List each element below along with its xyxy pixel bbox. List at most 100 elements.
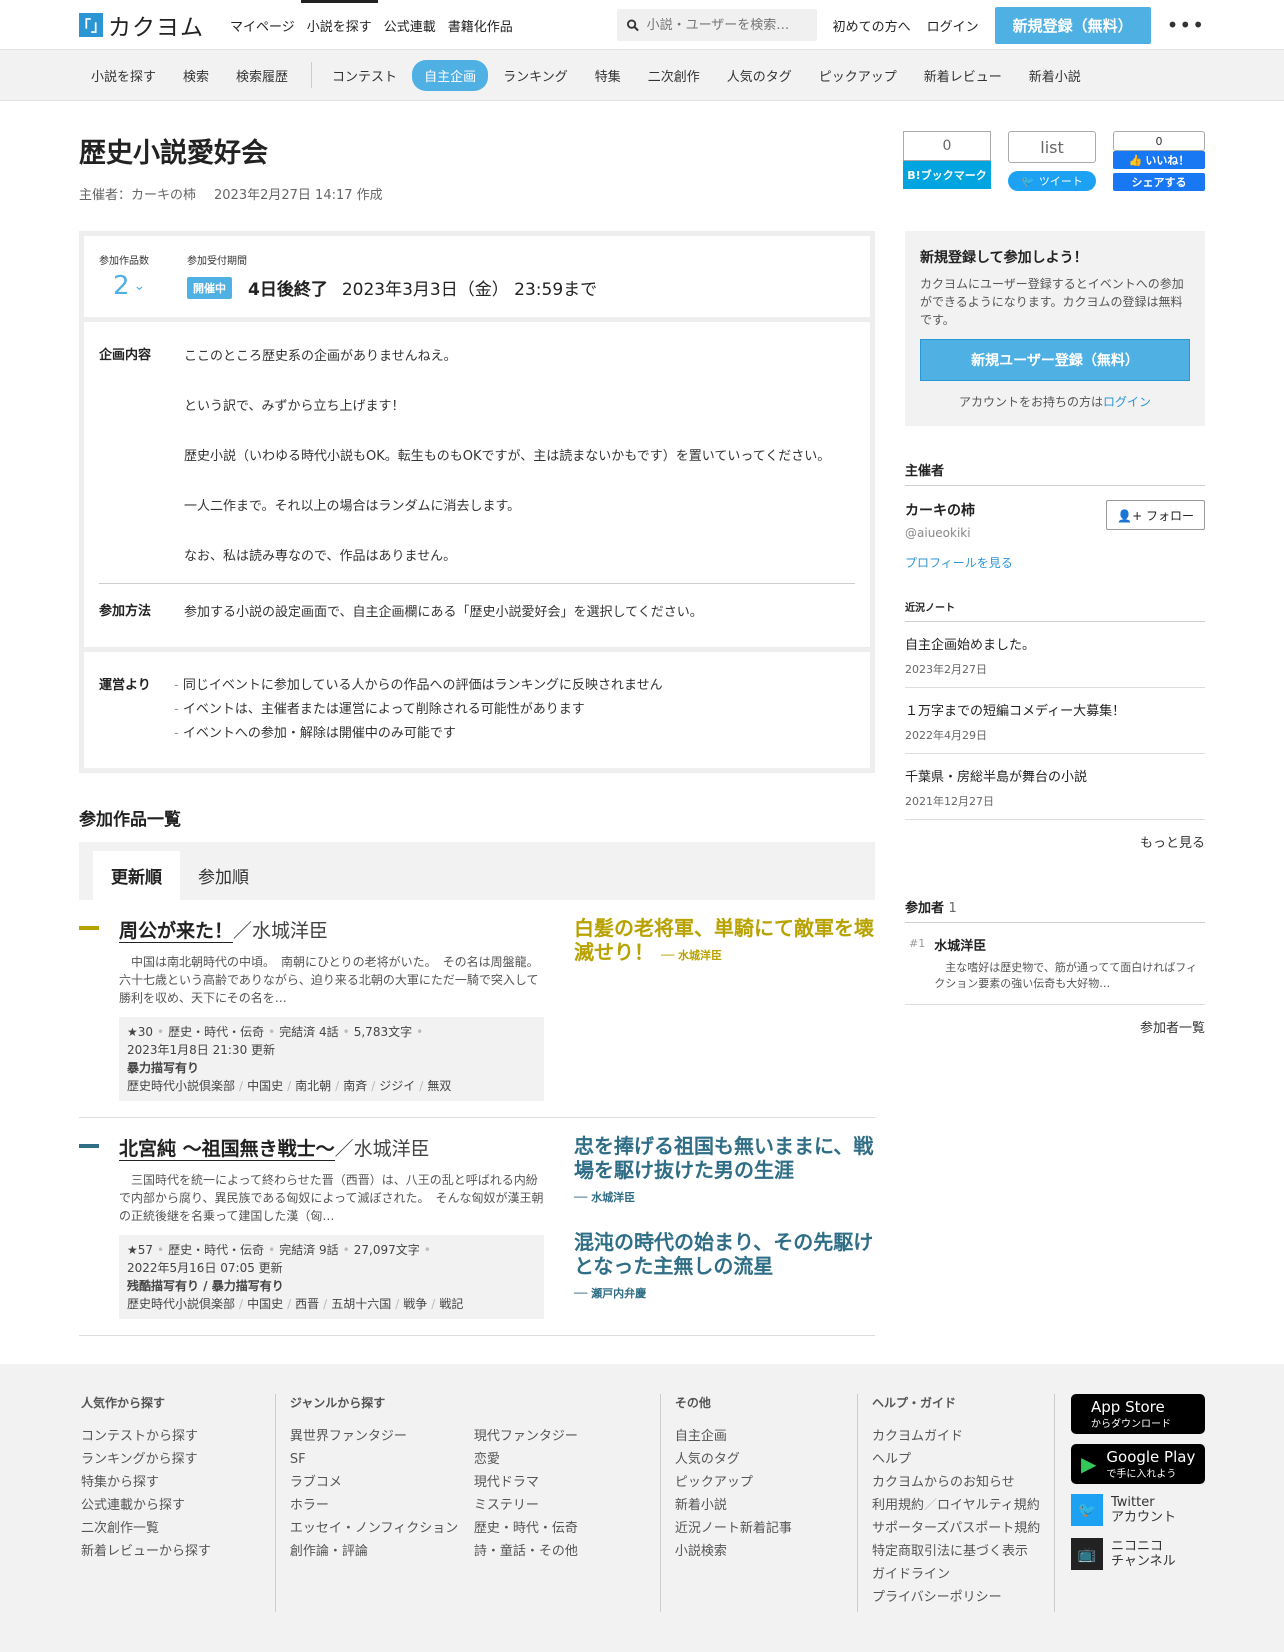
footer-link[interactable]: ホラー (290, 1498, 329, 1513)
footer-link[interactable]: プライバシーポリシー (872, 1590, 1002, 1605)
subnav-features[interactable]: 特集 (583, 60, 633, 91)
footer-link[interactable]: 自主企画 (675, 1429, 727, 1444)
tag-link[interactable]: ジジイ (379, 1079, 415, 1093)
nav-books[interactable]: 書籍化作品 (442, 0, 519, 50)
catchphrase-by: ── 水城洋臣 (660, 949, 723, 962)
login-link[interactable]: ログイン (927, 16, 979, 35)
tag-link[interactable]: 戦記 (439, 1297, 463, 1311)
tag-link[interactable]: 五胡十六国 (331, 1297, 391, 1311)
subnav-new-novels[interactable]: 新着小説 (1017, 60, 1093, 91)
tag-link[interactable]: 南北朝 (295, 1079, 331, 1093)
subnav-ranking[interactable]: ランキング (491, 60, 580, 91)
subnav-find[interactable]: 小説を探す (79, 60, 168, 91)
footer-link[interactable]: カクヨムからのお知らせ (872, 1475, 1015, 1490)
register-button[interactable]: 新規登録（無料） (994, 6, 1151, 44)
follow-button[interactable]: 👤+ フォロー (1106, 500, 1205, 530)
footer-link[interactable]: カクヨムガイド (872, 1429, 963, 1444)
work-author-link[interactable]: 水城洋臣 (354, 1138, 430, 1160)
nav-official[interactable]: 公式連載 (378, 0, 442, 50)
search-input[interactable] (646, 17, 807, 33)
footer-link[interactable]: 小説検索 (675, 1544, 727, 1559)
hatena-bookmark-button[interactable]: 0 B!ブックマーク (903, 131, 991, 191)
catchphrase-link[interactable]: 混沌の時代の始まり、その先駆けとなった主無しの流星 ── 瀬戸内弁慶 (574, 1230, 874, 1306)
work-genre[interactable]: 歴史・時代・伝奇 (168, 1243, 264, 1257)
subnav-fanfic[interactable]: 二次創作 (636, 60, 712, 91)
tag-link[interactable]: 無双 (427, 1079, 451, 1093)
footer-link[interactable]: 歴史・時代・伝奇 (474, 1521, 578, 1536)
footer-link[interactable]: 現代ファンタジー (474, 1429, 578, 1444)
tab-joined-order[interactable]: 参加順 (180, 851, 267, 900)
tag-link[interactable]: 歴史時代小説倶楽部 (127, 1297, 235, 1311)
notes-more-link[interactable]: もっと見る (905, 832, 1205, 851)
catchphrase-link[interactable]: 白髪の老将軍、単騎にて敵軍を壊滅せり！ ── 水城洋臣 (574, 916, 874, 968)
tab-updated-order[interactable]: 更新順 (93, 851, 180, 900)
footer-link[interactable]: ランキングから探す (81, 1452, 198, 1467)
work-status: 完結済 9話 (279, 1243, 339, 1257)
nav-mypage[interactable]: マイページ (224, 0, 301, 50)
footer-link[interactable]: エッセイ・ノンフィクション (290, 1521, 458, 1536)
work-author-link[interactable]: 水城洋臣 (252, 920, 328, 942)
footer-link[interactable]: コンテストから探す (81, 1429, 198, 1444)
tag-link[interactable]: 戦争 (403, 1297, 427, 1311)
footer-link[interactable]: 公式連載から探す (81, 1498, 185, 1513)
subnav-user-events[interactable]: 自主企画 (412, 59, 489, 91)
tag-link[interactable]: 歴史時代小説倶楽部 (127, 1079, 235, 1093)
footer-link[interactable]: ラブコメ (290, 1475, 342, 1490)
footer-link[interactable]: ロイヤルティ規約 (937, 1498, 1040, 1513)
participants-list-link[interactable]: 参加者一覧 (905, 1017, 1205, 1036)
fb-like-button[interactable]: 👍 いいね！ (1113, 151, 1205, 169)
join-login-link[interactable]: ログイン (1103, 395, 1151, 409)
note-item[interactable]: 千葉県・房総半島が舞台の小説 2021年12月27日 (905, 754, 1205, 820)
nav-find-novels[interactable]: 小説を探す (300, 0, 378, 50)
footer-link[interactable]: 二次創作一覧 (81, 1521, 159, 1536)
footer-link[interactable]: 特定商取引法に基づく表示 (872, 1544, 1028, 1559)
footer-link[interactable]: 異世界ファンタジー (290, 1429, 407, 1444)
participant-item[interactable]: #1 水城洋臣 主な嗜好は歴史物で、筋が通ってて面白ければフィクション要素の強い… (905, 923, 1205, 1005)
catchphrase-link[interactable]: 忠を捧げる祖国も無いままに、戦場を駆け抜けた男の生涯 ── 水城洋臣 (574, 1134, 874, 1210)
footer-link[interactable]: ガイドライン (872, 1567, 950, 1582)
subnav-new-reviews[interactable]: 新着レビュー (912, 60, 1014, 91)
footer-link[interactable]: 創作論・評論 (290, 1544, 368, 1559)
footer-link[interactable]: 人気のタグ (675, 1452, 740, 1467)
footer-link[interactable]: 新着レビューから探す (81, 1544, 211, 1559)
footer-link[interactable]: 恋愛 (474, 1452, 500, 1467)
more-menu-icon[interactable]: ••• (1167, 13, 1205, 37)
profile-link[interactable]: プロフィールを見る (905, 554, 1205, 571)
tag-link[interactable]: 中国史 (247, 1297, 283, 1311)
tag-link[interactable]: 南斉 (343, 1079, 367, 1093)
subnav-search[interactable]: 検索 (171, 60, 221, 91)
tag-link[interactable]: 中国史 (247, 1079, 283, 1093)
niconico-channel-link[interactable]: 📺 ニコニコ チャンネル (1071, 1538, 1205, 1570)
note-item[interactable]: 自主企画始めました。 2023年2月27日 (905, 622, 1205, 688)
footer-link[interactable]: ミステリー (474, 1498, 539, 1513)
register-user-button[interactable]: 新規ユーザー登録（無料） (920, 339, 1190, 381)
work-title-link[interactable]: 北宮純 ～祖国無き戦士～ (119, 1138, 335, 1161)
work-title-link[interactable]: 周公が来た！ (119, 920, 234, 943)
subnav-popular-tags[interactable]: 人気のタグ (715, 60, 804, 91)
footer-link[interactable]: 新着小説 (675, 1498, 727, 1513)
footer-link[interactable]: 近況ノート新着記事 (675, 1521, 792, 1536)
site-logo[interactable]: 「」 カクヨム (76, 8, 204, 42)
note-item[interactable]: １万字までの短編コメディー大募集！ 2022年4月29日 (905, 688, 1205, 754)
footer-link[interactable]: ピックアップ (675, 1475, 753, 1490)
subnav-contest[interactable]: コンテスト (320, 60, 409, 91)
twitter-account-link[interactable]: 🐦 Twitter アカウント (1071, 1494, 1205, 1526)
entry-count-toggle[interactable]: 2 ⌄ (99, 271, 149, 301)
fb-share-button[interactable]: シェアする (1113, 173, 1205, 191)
footer-link[interactable]: 利用規約 (872, 1498, 924, 1513)
footer-link[interactable]: 詩・童話・その他 (474, 1544, 578, 1559)
footer-link[interactable]: ヘルプ (872, 1452, 911, 1467)
footer-link[interactable]: SF (290, 1452, 306, 1467)
footer-link[interactable]: 特集から探す (81, 1475, 159, 1490)
subnav-history[interactable]: 検索履歴 (224, 60, 300, 91)
first-time-link[interactable]: 初めての方へ (833, 16, 911, 35)
footer-link[interactable]: サポーターズパスポート規約 (872, 1521, 1040, 1536)
tag-link[interactable]: 西晋 (295, 1297, 319, 1311)
app-store-badge[interactable]: App Store からダウンロード (1071, 1394, 1205, 1434)
footer-link[interactable]: 現代ドラマ (474, 1475, 539, 1490)
google-play-badge[interactable]: ▶ Google Play で手に入れよう (1071, 1444, 1205, 1484)
host-name[interactable]: カーキの柿 (905, 503, 975, 519)
work-genre[interactable]: 歴史・時代・伝奇 (168, 1025, 264, 1039)
subnav-pickup[interactable]: ピックアップ (807, 60, 909, 91)
tweet-button[interactable]: list 🐦 ツイート (1008, 131, 1096, 191)
